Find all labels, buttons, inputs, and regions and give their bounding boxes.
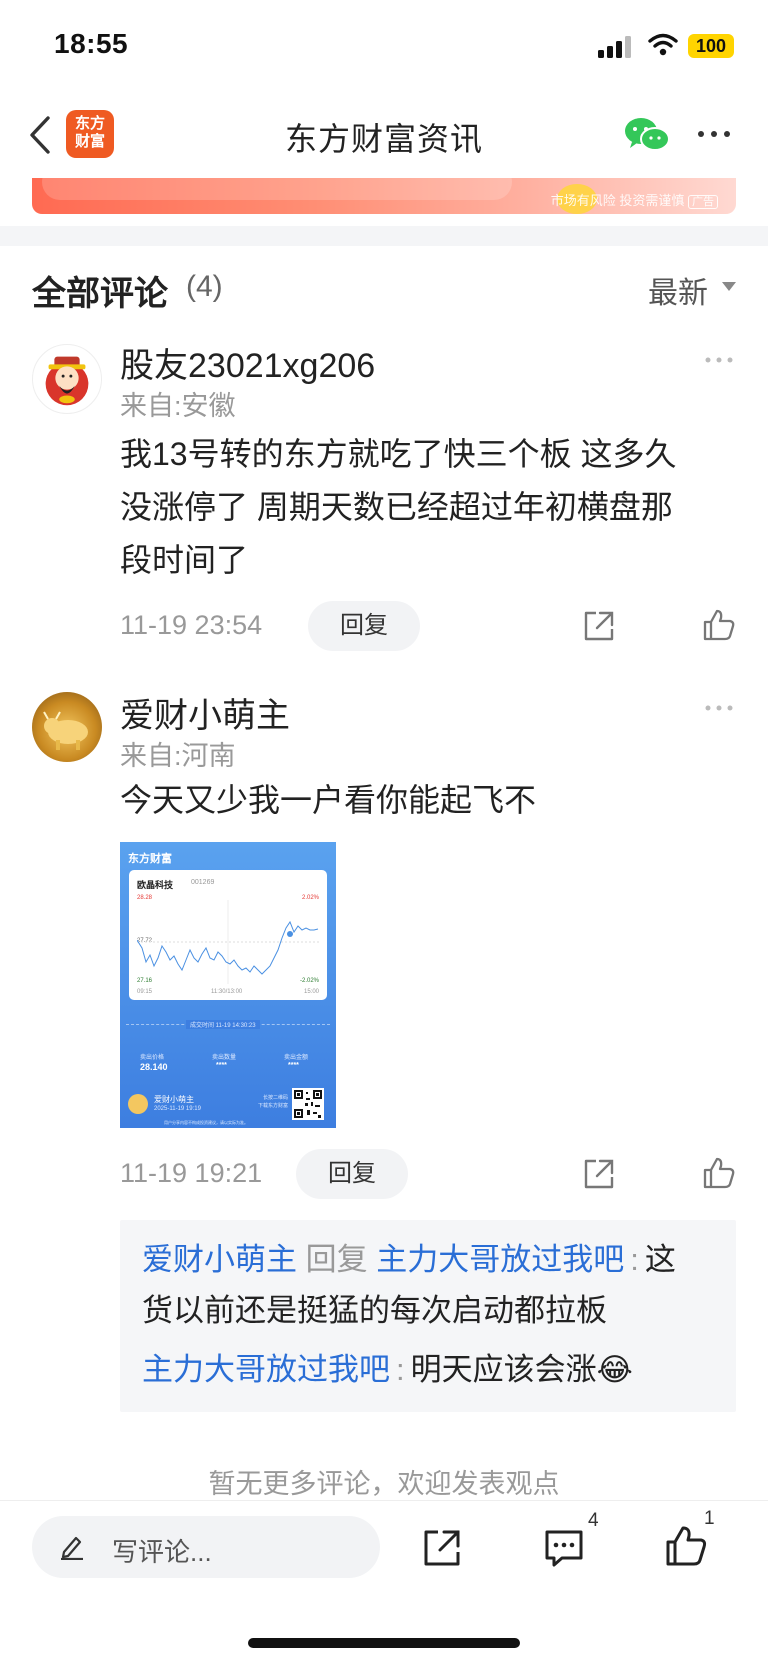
attached-image[interactable]: 东方财富 欧晶科技 001269 28.28 2.02% 27.72 27.16… — [120, 842, 336, 1128]
comment-text-line: 段时间了 — [120, 542, 249, 578]
battery-indicator: 100 — [688, 34, 734, 58]
comment-text-line: 没涨停了 周期天数已经超过年初横盘那 — [120, 489, 673, 525]
stock-code: 001269 — [191, 879, 215, 886]
comment-icon[interactable] — [542, 1526, 586, 1570]
share-date: 2025-11-19 19:19 — [154, 1106, 201, 1112]
time-end: 15:00 — [303, 989, 319, 995]
stock-name: 欧晶科技 — [137, 880, 174, 890]
comment-input[interactable]: 写评论... — [32, 1516, 380, 1578]
wechat-share-icon[interactable] — [624, 116, 670, 154]
comments-count: (4) — [186, 270, 223, 303]
reply-author-link[interactable]: 主力大哥放过我吧 — [142, 1352, 390, 1387]
avatar — [128, 1094, 148, 1114]
signal-icon — [598, 34, 638, 58]
avatar[interactable] — [32, 692, 102, 762]
reply-button[interactable]: 回复 — [296, 1149, 408, 1199]
thumbs-up-icon[interactable] — [702, 608, 736, 642]
sell-qty-label: 卖出数量 — [212, 1055, 237, 1061]
comment-input-placeholder: 写评论... — [112, 1537, 212, 1567]
section-divider — [0, 226, 768, 246]
comment-more-icon[interactable] — [704, 704, 734, 712]
avatar[interactable] — [32, 344, 102, 414]
comment-location: 来自:河南 — [120, 741, 236, 771]
comment-username[interactable]: 爱财小萌主 — [120, 688, 290, 737]
qr-caption: 长按二维码 下载东方财富 — [257, 1095, 288, 1109]
comment-timestamp: 11-19 23:54 — [120, 610, 263, 640]
reply-item[interactable]: 爱财小萌主 回复 主力大哥放过我吧: 这 — [142, 1234, 714, 1285]
comment-text-line: 今天又少我一户看你能起飞不 — [120, 782, 537, 818]
status-time: 18:55 — [54, 28, 129, 59]
reply-author-link[interactable]: 爱财小萌主 — [142, 1242, 297, 1277]
image-brand: 东方财富 — [128, 853, 172, 865]
wifi-icon — [648, 33, 678, 56]
sell-amount-label: 卖出金额 — [284, 1055, 309, 1061]
sell-qty: **** — [216, 1062, 227, 1069]
reply-text: 这 — [644, 1242, 676, 1277]
bottom-divider — [0, 1500, 768, 1501]
comment-username[interactable]: 股友23021xg206 — [120, 338, 375, 387]
like-count-badge: 1 — [704, 1508, 715, 1529]
image-footer: 用户分享内容不构成投资建议，请以实际为准。 — [164, 1120, 248, 1125]
reply-target-link[interactable]: 主力大哥放过我吧 — [376, 1242, 624, 1277]
thumbs-up-icon[interactable] — [702, 1156, 736, 1190]
reply-text: 明天应该会涨😂 — [410, 1352, 633, 1387]
reply-thread: 爱财小萌主 回复 主力大哥放过我吧: 这 货以前还是挺猛的每次启动都拉板 主力大哥… — [120, 1220, 736, 1412]
intraday-chart — [137, 900, 319, 984]
qr-code — [292, 1088, 324, 1120]
trade-time: 成交时间 11-19 14:30:23 — [186, 1020, 260, 1029]
reply-button[interactable]: 回复 — [308, 601, 420, 651]
comment-count-badge: 4 — [588, 1510, 599, 1531]
reply-item[interactable]: 主力大哥放过我吧: 明天应该会涨😂 — [142, 1344, 714, 1395]
stock-card: 欧晶科技 001269 28.28 2.02% 27.72 27.16 -2.0… — [129, 870, 327, 1000]
reply-text-line: 货以前还是挺猛的每次启动都拉板 — [142, 1293, 607, 1328]
sell-amount: **** — [288, 1062, 299, 1069]
more-icon[interactable] — [696, 128, 732, 140]
ad-pill — [42, 178, 512, 200]
time-start: 09:15 — [137, 989, 153, 995]
share-icon[interactable] — [582, 1157, 616, 1191]
reply-verb: 回复 — [305, 1242, 368, 1277]
sell-price: 28.140 — [140, 1062, 168, 1072]
comment-more-icon[interactable] — [704, 356, 734, 364]
share-user: 爱财小萌主 — [154, 1095, 194, 1104]
share-icon[interactable] — [420, 1526, 464, 1570]
home-indicator — [248, 1638, 520, 1648]
comments-title: 全部评论 — [32, 275, 168, 313]
no-more-comments: 暂无更多评论，欢迎发表观点 — [208, 1469, 560, 1499]
ad-banner[interactable]: 市场有风险 投资需谨慎 广告 — [32, 178, 736, 214]
sell-price-label: 卖出价格 — [140, 1055, 165, 1061]
time-mid: 11:30/13:00 — [211, 989, 243, 995]
thumbs-up-icon[interactable] — [664, 1524, 708, 1568]
share-icon[interactable] — [582, 609, 616, 643]
pen-icon — [61, 1536, 83, 1560]
comment-location: 来自:安徽 — [120, 391, 236, 421]
comment-text-line: 我13号转的东方就吃了快三个板 这多久 — [120, 436, 677, 472]
sort-dropdown[interactable]: 最新 — [648, 268, 708, 312]
comment-timestamp: 11-19 19:21 — [120, 1158, 263, 1188]
chevron-down-icon[interactable] — [722, 282, 736, 291]
ad-disclaimer: 市场有风险 投资需谨慎 广告 — [551, 190, 718, 209]
